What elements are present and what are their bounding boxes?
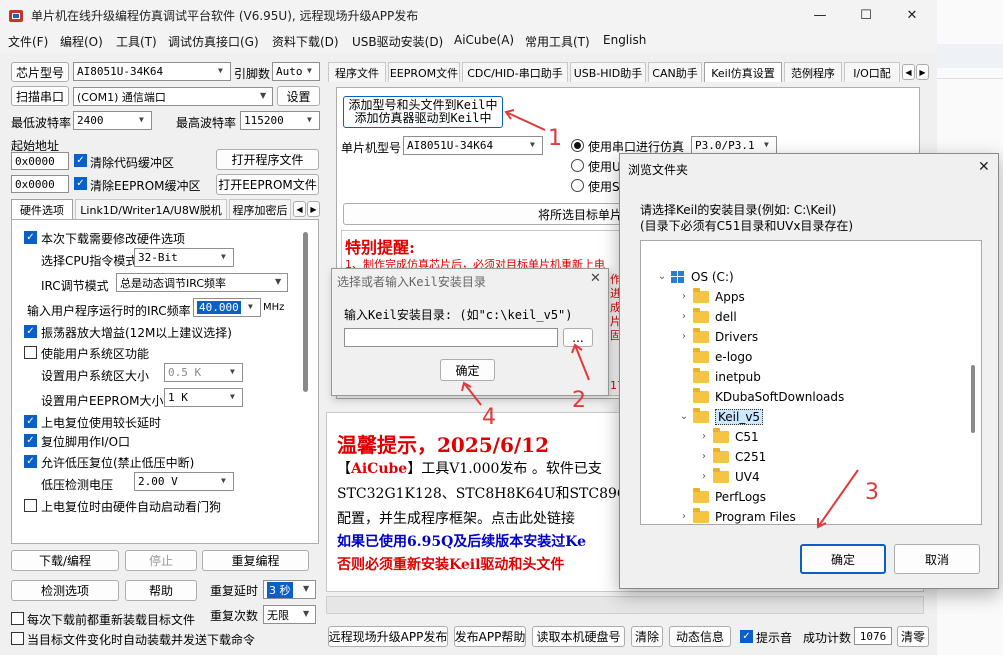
annotation-overlay <box>461 109 859 529</box>
annotation-number-2: 2 <box>572 388 586 413</box>
annotation-number-3: 3 <box>865 480 879 505</box>
annotation-arrow-3 <box>817 469 859 528</box>
annotation-number-1: 1 <box>548 126 562 151</box>
annotation-arrow-2 <box>574 344 590 381</box>
annotation-arrow-1 <box>505 111 546 131</box>
annotation-number-4: 4 <box>482 405 496 430</box>
annotation-arrow-4 <box>463 382 482 406</box>
